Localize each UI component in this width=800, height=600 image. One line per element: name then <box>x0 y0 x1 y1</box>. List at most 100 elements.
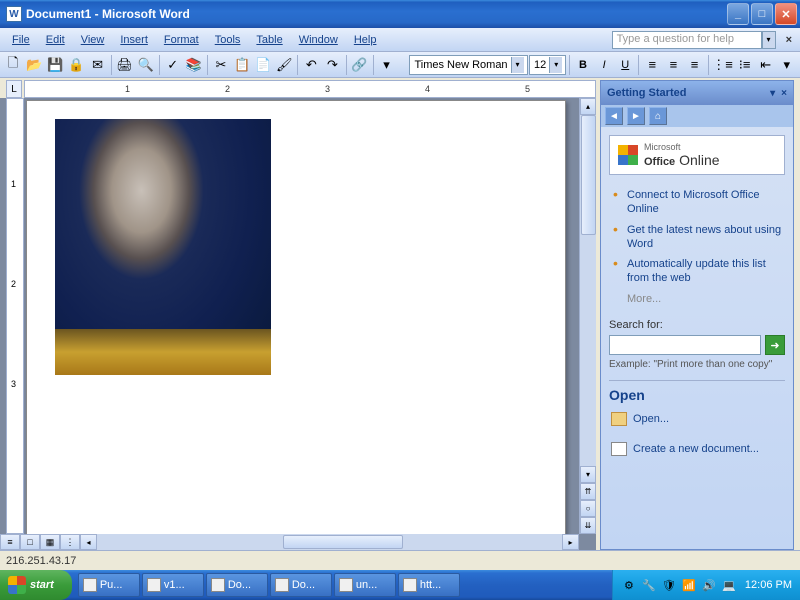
nav-forward-button[interactable]: ► <box>627 107 645 125</box>
open-button[interactable]: 📂 <box>24 54 44 76</box>
link-latest-news[interactable]: Get the latest news about using Word <box>613 220 785 255</box>
font-size-combo[interactable]: 12▾ <box>529 55 566 75</box>
cut-button[interactable]: ✂ <box>211 54 231 76</box>
tab-selector[interactable]: L <box>6 80 22 98</box>
view-buttons: ≡ □ ▦ ⋮ <box>0 534 80 550</box>
link-more[interactable]: More... <box>613 289 785 309</box>
search-label: Search for: <box>609 319 663 331</box>
outline-view-button[interactable]: ⋮ <box>60 534 80 550</box>
taskbar-app-3[interactable]: Do... <box>206 573 268 597</box>
menu-tools[interactable]: Tools <box>207 32 249 48</box>
search-input[interactable] <box>609 335 761 355</box>
link-connect-office-online[interactable]: Connect to Microsoft Office Online <box>613 185 785 220</box>
align-center-button[interactable]: ≡ <box>663 54 683 76</box>
system-clock[interactable]: 12:06 PM <box>745 579 792 591</box>
copy-button[interactable]: 📋 <box>232 54 252 76</box>
taskbar-app-5[interactable]: un... <box>334 573 396 597</box>
menu-format[interactable]: Format <box>156 32 207 48</box>
tray-icon[interactable]: 🛡 <box>661 577 677 593</box>
menu-view[interactable]: View <box>73 32 113 48</box>
minimize-button[interactable]: _ <box>727 3 749 25</box>
menu-edit[interactable]: Edit <box>38 32 73 48</box>
chevron-down-icon: ▾ <box>549 57 562 73</box>
taskbar-app-2[interactable]: v1... <box>142 573 204 597</box>
chevron-down-icon: ▾ <box>511 57 524 73</box>
horizontal-scrollbar[interactable]: ◂ ▸ <box>80 534 579 550</box>
open-document-link[interactable]: Open... <box>609 409 785 429</box>
scroll-right-button[interactable]: ▸ <box>562 534 579 550</box>
permission-button[interactable]: 🔒 <box>66 54 86 76</box>
menu-help[interactable]: Help <box>346 32 385 48</box>
menu-window[interactable]: Window <box>291 32 346 48</box>
tray-icon[interactable]: 📶 <box>681 577 697 593</box>
menu-insert[interactable]: Insert <box>112 32 156 48</box>
align-right-button[interactable]: ≡ <box>684 54 704 76</box>
italic-button[interactable]: I <box>594 54 614 76</box>
task-pane-dropdown[interactable]: ▾ <box>770 88 775 99</box>
menu-bar: File Edit View Insert Format Tools Table… <box>0 28 800 52</box>
toolbar-options-button[interactable]: ▾ <box>376 54 396 76</box>
insert-hyperlink-button[interactable]: 🔗 <box>349 54 369 76</box>
undo-button[interactable]: ↶ <box>301 54 321 76</box>
vertical-scrollbar[interactable]: ▴ ▾ ⇈ ○ ⇊ <box>579 98 596 534</box>
link-auto-update[interactable]: Automatically update this list from the … <box>613 254 785 289</box>
research-button[interactable]: 📚 <box>184 54 204 76</box>
tray-icon[interactable]: ⚙ <box>621 577 637 593</box>
scroll-up-button[interactable]: ▴ <box>580 98 596 115</box>
task-pane-close-button[interactable]: × <box>781 88 787 99</box>
next-page-button[interactable]: ⇊ <box>580 517 596 534</box>
print-preview-button[interactable]: 🔍 <box>136 54 156 76</box>
spellcheck-button[interactable]: ✓ <box>163 54 183 76</box>
help-search-box[interactable]: Type a question for help <box>612 31 762 49</box>
scroll-down-button[interactable]: ▾ <box>580 466 596 483</box>
app-icon <box>275 578 289 592</box>
format-painter-button[interactable]: 🖌 <box>274 54 294 76</box>
tray-icon[interactable]: 🔊 <box>701 577 717 593</box>
save-button[interactable]: 💾 <box>45 54 65 76</box>
web-layout-button[interactable]: □ <box>20 534 40 550</box>
inserted-image[interactable] <box>55 119 271 375</box>
close-button[interactable]: ✕ <box>775 3 797 25</box>
start-button[interactable]: start <box>0 570 72 600</box>
taskbar-app-4[interactable]: Do... <box>270 573 332 597</box>
paste-button[interactable]: 📄 <box>253 54 273 76</box>
help-dropdown[interactable]: ▾ <box>762 31 776 49</box>
document-icon <box>611 442 627 456</box>
bold-button[interactable]: B <box>573 54 593 76</box>
menu-file[interactable]: File <box>4 32 38 48</box>
menu-table[interactable]: Table <box>248 32 290 48</box>
print-layout-button[interactable]: ▦ <box>40 534 60 550</box>
hscroll-thumb[interactable] <box>283 535 403 549</box>
tray-icon[interactable]: 🔧 <box>641 577 657 593</box>
scroll-left-button[interactable]: ◂ <box>80 534 97 550</box>
vertical-ruler[interactable]: 1 2 3 <box>6 98 24 534</box>
underline-button[interactable]: U <box>615 54 635 76</box>
numbered-list-button[interactable]: ⋮≡ <box>712 54 734 76</box>
normal-view-button[interactable]: ≡ <box>0 534 20 550</box>
bullet-list-button[interactable]: ⁝≡ <box>735 54 755 76</box>
tray-icon[interactable]: 💻 <box>721 577 737 593</box>
standard-toolbar: 🗋 📂 💾 🔒 ✉ 🖨 🔍 ✓ 📚 ✂ 📋 📄 🖌 ↶ ↷ 🔗 ▾ Times … <box>0 52 800 78</box>
prev-page-button[interactable]: ⇈ <box>580 483 596 500</box>
horizontal-ruler[interactable]: 1 2 3 4 5 <box>24 80 596 98</box>
document-page[interactable] <box>26 100 566 550</box>
taskbar-app-1[interactable]: Pu... <box>78 573 140 597</box>
document-close-button[interactable]: × <box>782 34 796 46</box>
browse-object-button[interactable]: ○ <box>580 500 596 517</box>
create-document-link[interactable]: Create a new document... <box>609 439 785 459</box>
nav-back-button[interactable]: ◄ <box>605 107 623 125</box>
scroll-thumb[interactable] <box>581 115 596 235</box>
print-button[interactable]: 🖨 <box>115 54 135 76</box>
email-button[interactable]: ✉ <box>88 54 108 76</box>
font-family-combo[interactable]: Times New Roman▾ <box>409 55 528 75</box>
taskbar-app-6[interactable]: htt... <box>398 573 460 597</box>
toolbar-options-button-2[interactable]: ▾ <box>777 54 797 76</box>
search-go-button[interactable]: ➜ <box>765 335 785 355</box>
search-section: Search for: ➜ Example: "Print more than … <box>609 319 785 370</box>
nav-home-button[interactable]: ⌂ <box>649 107 667 125</box>
maximize-button[interactable]: □ <box>751 3 773 25</box>
redo-button[interactable]: ↷ <box>322 54 342 76</box>
align-left-button[interactable]: ≡ <box>642 54 662 76</box>
decrease-indent-button[interactable]: ⇤ <box>756 54 776 76</box>
new-doc-button[interactable]: 🗋 <box>3 54 23 76</box>
